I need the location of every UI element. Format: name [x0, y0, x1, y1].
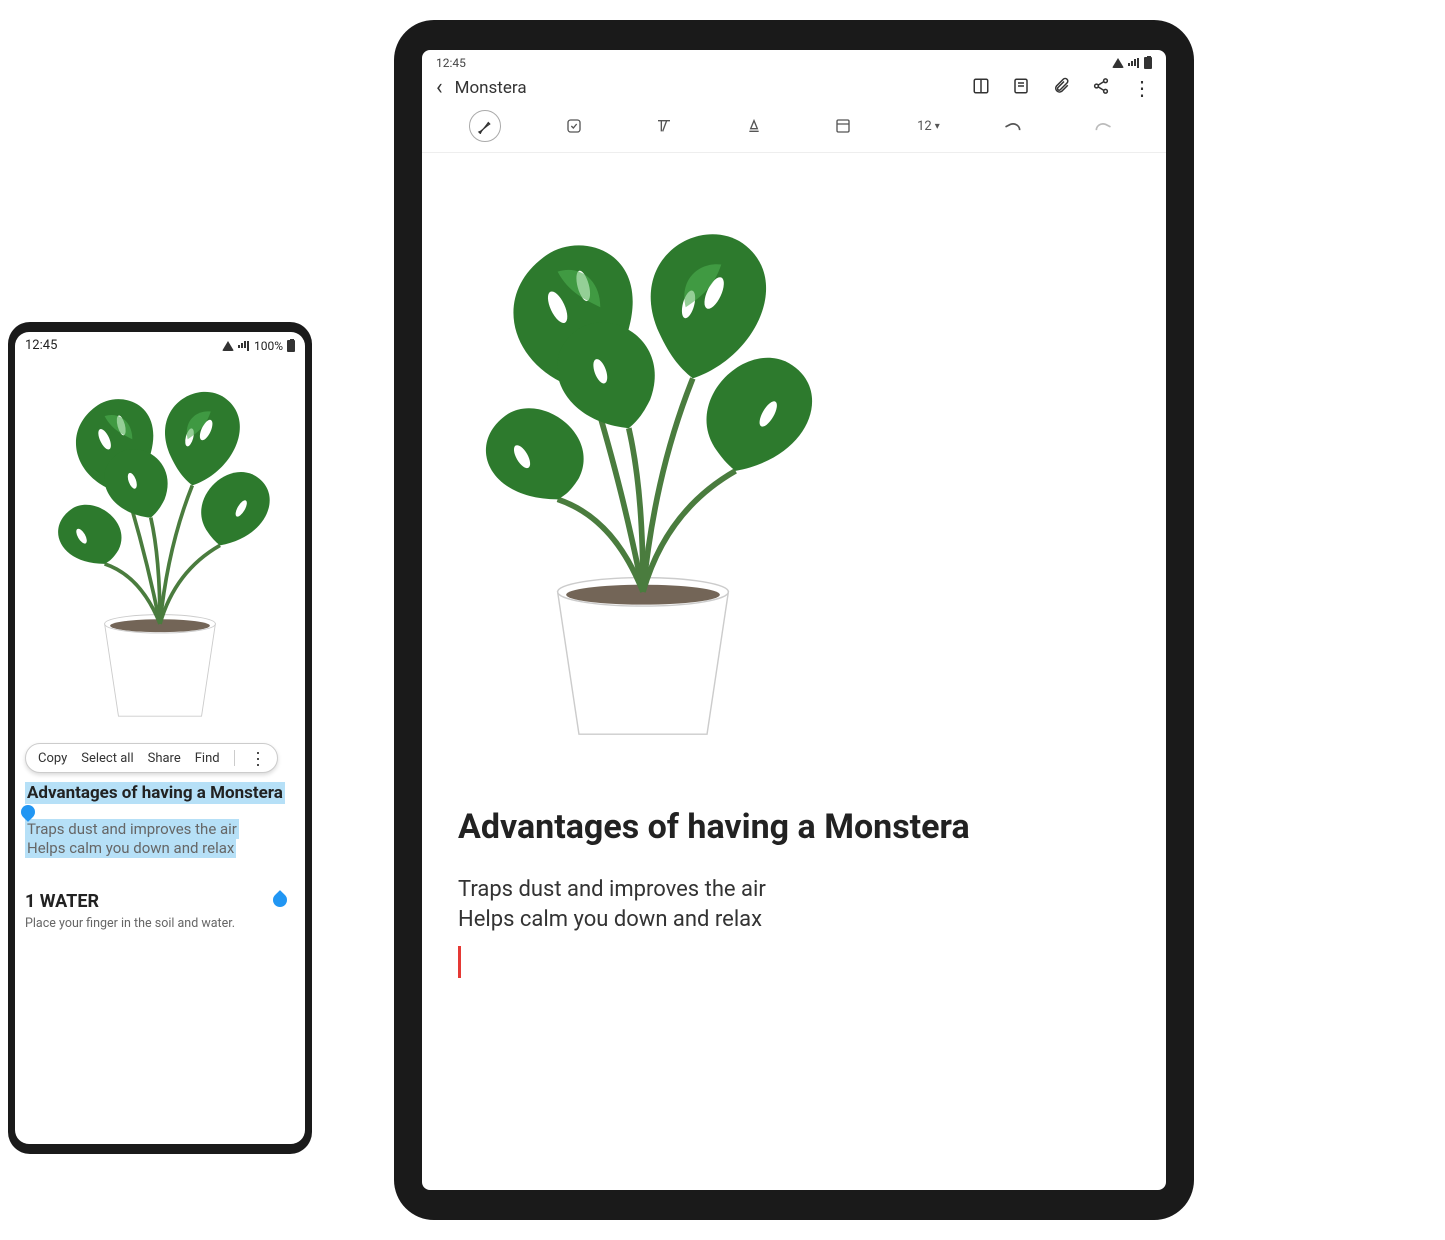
phone-time: 12:45 — [25, 338, 57, 353]
context-copy[interactable]: Copy — [38, 751, 67, 766]
tablet-note-body[interactable]: Traps dust and improves the air Helps ca… — [458, 875, 1130, 934]
editor-toolbar: 12 ▾ — [422, 106, 1166, 153]
context-share[interactable]: Share — [148, 751, 181, 766]
font-size-selector[interactable]: 12 ▾ — [917, 119, 940, 134]
text-color-tool-icon[interactable] — [738, 110, 770, 142]
text-style-tool-icon[interactable] — [648, 110, 680, 142]
tablet-note-line2: Helps calm you down and relax — [458, 905, 1130, 935]
battery-text: 100% — [254, 339, 283, 353]
signal-icon — [1128, 58, 1140, 68]
redo-icon[interactable] — [1087, 110, 1119, 142]
context-divider — [234, 750, 235, 766]
tablet-status-bar: 12:45 — [422, 50, 1166, 72]
context-find[interactable]: Find — [195, 751, 220, 766]
signal-icon — [238, 341, 250, 351]
wifi-icon — [222, 341, 234, 351]
battery-icon — [1144, 57, 1152, 69]
tablet-app-header: ‹ Monstera ⋮ — [422, 72, 1166, 106]
handwriting-tool-icon[interactable] — [469, 110, 501, 142]
phone-section-title: 1 WATER — [25, 891, 295, 912]
reader-mode-icon[interactable] — [1012, 77, 1030, 100]
phone-section-body: Place your finger in the soil and water. — [25, 916, 295, 931]
phone-note-line1[interactable]: Traps dust and improves the air — [25, 819, 239, 839]
phone-status-icons: 100% — [222, 339, 295, 353]
context-more-icon[interactable]: ⋯ — [252, 750, 262, 766]
attachment-icon[interactable] — [1052, 77, 1070, 100]
phone-device: 12:45 100% Copy Select all Share Find ⋯ … — [8, 322, 312, 1154]
phone-note-heading[interactable]: Advantages of having a Monstera — [25, 782, 285, 804]
tablet-time: 12:45 — [436, 56, 466, 70]
phone-note-image — [15, 355, 305, 735]
text-context-menu: Copy Select all Share Find ⋯ — [25, 743, 278, 773]
battery-icon — [287, 340, 295, 352]
share-icon[interactable] — [1092, 77, 1110, 100]
chevron-down-icon: ▾ — [935, 121, 940, 132]
phone-note-text-area[interactable]: Copy Select all Share Find ⋯ Advantages … — [15, 735, 305, 931]
tablet-note-line1: Traps dust and improves the air — [458, 875, 1130, 905]
text-cursor — [458, 946, 461, 978]
phone-note-line2[interactable]: Helps calm you down and relax — [25, 838, 236, 858]
note-title[interactable]: Monstera — [455, 78, 960, 98]
phone-section-water: 1 WATER Place your finger in the soil an… — [25, 891, 295, 931]
phone-screen: 12:45 100% Copy Select all Share Find ⋯ … — [15, 332, 305, 1144]
page-layout-icon[interactable] — [972, 77, 990, 100]
back-button[interactable]: ‹ — [436, 77, 443, 99]
more-icon[interactable]: ⋮ — [1132, 76, 1152, 100]
font-size-value: 12 — [917, 119, 932, 134]
tablet-device: 12:45 ‹ Monstera — [394, 20, 1194, 1220]
tablet-status-icons — [1112, 56, 1152, 70]
context-select-all[interactable]: Select all — [81, 751, 133, 766]
tablet-note-heading[interactable]: Advantages of having a Monstera — [458, 807, 1130, 847]
tablet-screen: 12:45 ‹ Monstera — [422, 50, 1166, 1190]
phone-status-bar: 12:45 100% — [15, 332, 305, 355]
align-tool-icon[interactable] — [827, 110, 859, 142]
tablet-note-content[interactable]: Advantages of having a Monstera Traps du… — [422, 153, 1166, 1190]
undo-icon[interactable] — [997, 110, 1029, 142]
wifi-icon — [1112, 58, 1124, 68]
tablet-note-image[interactable] — [458, 163, 1130, 763]
header-actions: ⋮ — [972, 76, 1152, 100]
checklist-tool-icon[interactable] — [558, 110, 590, 142]
